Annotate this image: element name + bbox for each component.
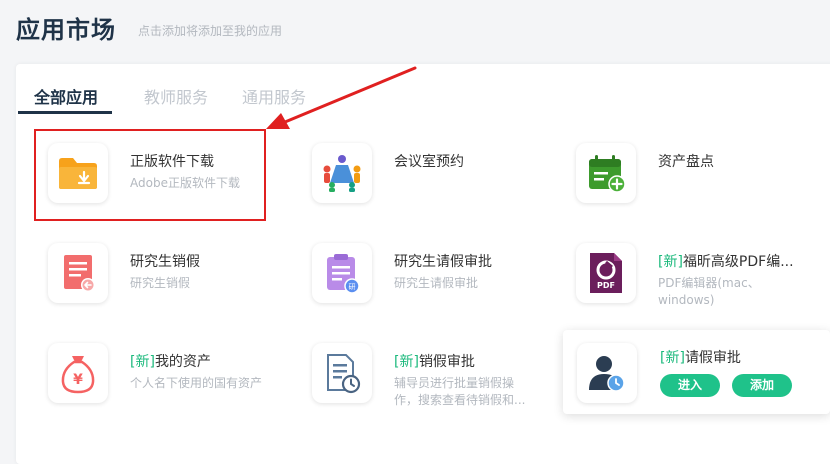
app-name: 会议室预约 <box>394 154 464 170</box>
tab-general-services[interactable]: 通用服务 <box>240 80 308 114</box>
page-title: 应用市场 <box>16 16 116 44</box>
app-desc: 个人名下使用的国有资产 <box>130 376 263 390</box>
enter-button[interactable]: 进入 <box>660 374 720 397</box>
app-card-foxit-pdf[interactable]: PDF [新]福昕高级PDF编... PDF编辑器(mac、windows) <box>576 243 826 323</box>
page-subtitle: 点击添加将添加至我的应用 <box>138 24 283 38</box>
tab-teacher-services[interactable]: 教师服务 <box>142 80 210 114</box>
highlight-annotation-box <box>34 129 266 221</box>
app-name: 研究生请假审批 <box>394 254 492 270</box>
pdf-editor-icon: PDF <box>576 243 636 303</box>
meeting-room-icon <box>312 143 372 203</box>
app-name: [新]福昕高级PDF编... <box>658 254 794 270</box>
app-desc: 研究生销假 <box>130 276 191 290</box>
app-card-leave-cancel-approval[interactable]: [新]销假审批 辅导员进行批量销假操作，搜索查看待销假和... <box>312 343 562 423</box>
page-header: 应用市场 点击添加将添加至我的应用 <box>16 10 282 50</box>
clipboard-approve-icon: 研 <box>312 243 372 303</box>
app-card-leave-approval-hovered[interactable]: [新]请假审批 进入 添加 <box>563 330 830 414</box>
money-bag-icon: ¥ <box>48 343 108 403</box>
document-clock-icon <box>312 343 372 403</box>
svg-text:研: 研 <box>349 283 356 291</box>
app-desc: 研究生请假审批 <box>394 276 479 290</box>
app-card-my-assets[interactable]: ¥ [新]我的资产 个人名下使用的国有资产 <box>48 343 298 423</box>
svg-text:¥: ¥ <box>73 372 83 388</box>
app-name: [新]我的资产 <box>130 354 211 370</box>
app-desc: 辅导员进行批量销假操作，搜索查看待销假和... <box>394 376 526 407</box>
app-card-meeting-room[interactable]: 会议室预约 <box>312 143 562 223</box>
document-return-icon <box>48 243 108 303</box>
add-button[interactable]: 添加 <box>732 374 792 397</box>
app-name: [新]销假审批 <box>394 354 475 370</box>
app-card-grad-leave-approval[interactable]: 研 研究生请假审批 研究生请假审批 <box>312 243 562 323</box>
app-desc: PDF编辑器(mac、windows) <box>658 276 760 307</box>
app-card-grad-leave-cancel[interactable]: 研究生销假 研究生销假 <box>48 243 298 323</box>
user-clock-icon <box>577 343 637 403</box>
calendar-add-icon <box>576 143 636 203</box>
tab-all-apps[interactable]: 全部应用 <box>18 80 113 114</box>
app-name: 资产盘点 <box>658 154 714 170</box>
app-name: [新]请假审批 <box>660 350 741 366</box>
app-card-asset-inventory[interactable]: 资产盘点 <box>576 143 826 223</box>
app-name: 研究生销假 <box>130 254 200 270</box>
tab-bar: 全部应用 教师服务 通用服务 <box>18 80 338 114</box>
svg-text:PDF: PDF <box>597 281 615 290</box>
